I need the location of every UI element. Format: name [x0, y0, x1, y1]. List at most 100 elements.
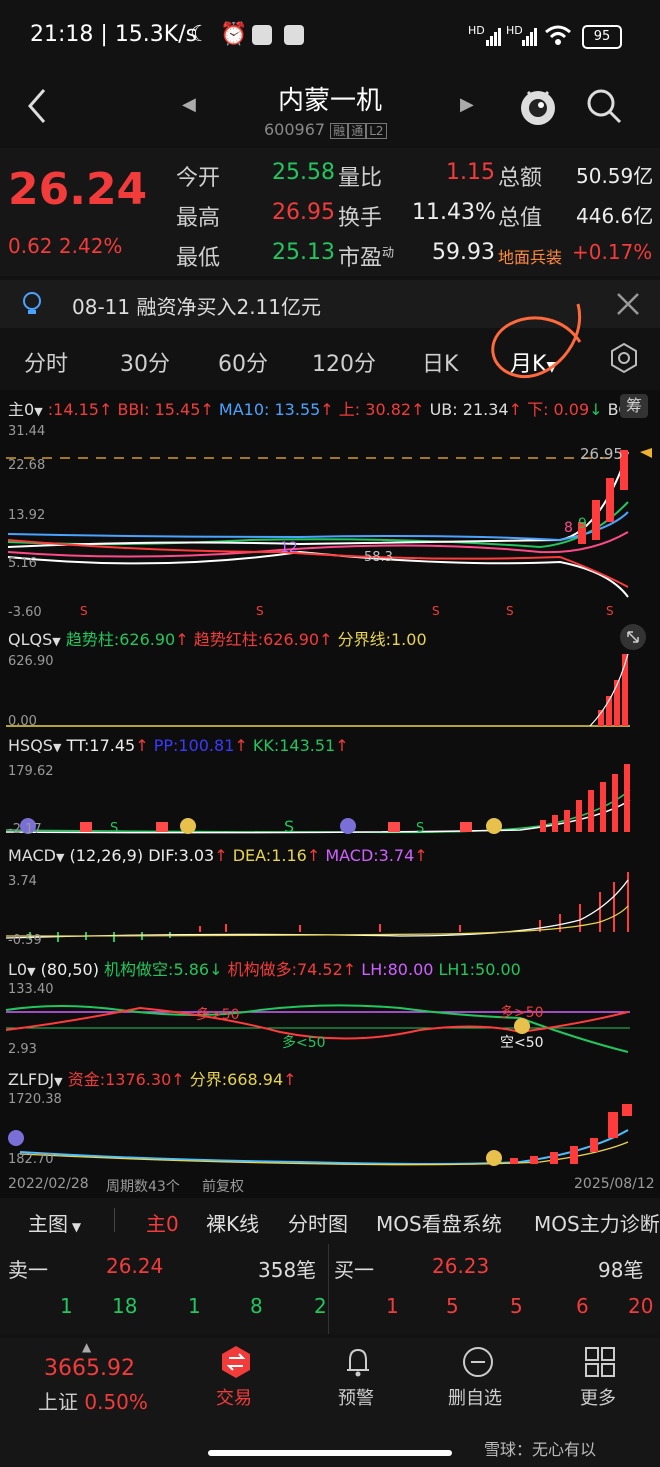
home-indicator[interactable]	[208, 1450, 452, 1456]
low-value: 25.13	[272, 240, 335, 265]
candles-cluster	[7, 450, 629, 598]
watermark: 雪球：无心有以	[484, 1440, 597, 1459]
chart-end-date: 2025/08/12	[574, 1176, 655, 1192]
zlfdj-header: ZLFDJ▼ 资金:1376.30↑ 分界:668.94↑	[8, 1070, 297, 1089]
ask-detail: 8	[250, 1294, 263, 1318]
chevron-down-icon: ▼	[27, 965, 36, 978]
chart-number: 8	[564, 520, 573, 536]
qlqs-header: QLQS▼ 趋势柱:626.90↑ 趋势红柱:626.90↑ 分界线:1.00	[8, 630, 427, 649]
ask1-count: 358笔	[258, 1258, 317, 1282]
tab-120min[interactable]: 120分	[312, 346, 376, 378]
tab-intraday[interactable]: 分时	[24, 346, 68, 378]
sector-name[interactable]: 地面兵装	[498, 244, 562, 268]
bottom-nav: ▲ 3665.92 上证 0.50% 交易 预警 删自选 更多 雪球：无心有以	[0, 1338, 660, 1467]
zlfdj-select[interactable]: ZLFDJ	[8, 1070, 54, 1089]
l0-select[interactable]: L0	[8, 960, 27, 979]
trade-label[interactable]: 交易	[216, 1384, 252, 1410]
bid1-count: 98笔	[598, 1258, 644, 1282]
chart-number: 12	[280, 540, 298, 556]
zlfdj-panel	[8, 1104, 632, 1166]
bid-detail: 5	[446, 1294, 459, 1318]
last-price: 26.24	[8, 164, 148, 215]
annotation-circle	[491, 303, 582, 379]
pe-label: 市盈动	[338, 245, 395, 271]
moneybag-icon	[486, 1150, 502, 1166]
divider	[328, 1244, 329, 1334]
mascot-icon[interactable]	[518, 84, 558, 128]
tool-mos-system[interactable]: MOS看盘系统	[376, 1208, 502, 1237]
main-item: :14.15	[47, 400, 99, 419]
expand-icon[interactable]	[620, 624, 646, 650]
main-axis-tick: 22.68	[8, 458, 46, 473]
sell-mark: S	[606, 604, 614, 618]
tool-main0[interactable]: 主0	[146, 1208, 179, 1237]
more-icon[interactable]	[582, 1344, 618, 1380]
sell-mark: S	[80, 604, 88, 618]
price-marker-icon	[640, 448, 652, 458]
remove-watchlist-icon[interactable]	[460, 1344, 496, 1380]
face-icon	[340, 818, 356, 834]
turnover-rate-label: 换手	[338, 206, 383, 231]
settings-icon[interactable]	[608, 342, 640, 374]
volume-ratio-label: 量比	[338, 166, 383, 191]
sell-mark: S	[432, 604, 440, 618]
remove-watchlist-label[interactable]: 删自选	[448, 1384, 502, 1410]
tab-daily[interactable]: 日K	[422, 346, 458, 378]
candle	[606, 478, 614, 522]
status-speed: 15.3K/s	[114, 22, 198, 47]
period-tabs: 分时 30分 60分 120分 日K 月K▼	[0, 303, 660, 388]
zlfdj-axis-tick: 1720.38	[8, 1092, 62, 1107]
chart-period-count: 周期数43个	[106, 1179, 180, 1195]
next-stock-icon[interactable]: ▶	[460, 94, 474, 115]
chart-adjust-mode[interactable]: 前复权	[202, 1176, 244, 1196]
more-label[interactable]: 更多	[580, 1384, 616, 1410]
index-value[interactable]: 3665.92	[44, 1356, 135, 1381]
bell-icon[interactable]	[340, 1344, 376, 1380]
buy-icon	[156, 822, 168, 832]
close-icon[interactable]	[614, 290, 642, 318]
back-icon[interactable]	[22, 86, 52, 126]
bid-detail: 6	[576, 1294, 589, 1318]
svg-text:S: S	[416, 821, 424, 836]
high-value: 26.95	[272, 200, 335, 225]
face-icon	[8, 1130, 24, 1146]
hsqs-select[interactable]: HSQS	[8, 736, 53, 755]
main-chart-select[interactable]: 主图 ▼	[28, 1208, 81, 1237]
tool-mos-diagnosis[interactable]: MOS主力诊断	[534, 1208, 660, 1237]
search-icon[interactable]	[584, 86, 624, 126]
tool-intraday[interactable]: 分时图	[288, 1208, 348, 1237]
macd-panel	[5, 872, 629, 942]
hsqs-header: HSQS▼ TT:17.45↑ PP:100.81↑ KK:143.51↑	[8, 736, 349, 755]
tool-naked-k[interactable]: 裸K线	[206, 1208, 259, 1237]
pe-value: 59.93	[432, 240, 495, 265]
qlqs-select[interactable]: QLQS	[8, 630, 52, 649]
kline-chart-area[interactable]: 主0▼ :14.15↑ BBI: 15.45↑ MA10: 13.55↑ 上: …	[0, 390, 660, 1198]
bid1-label: 买一	[334, 1258, 374, 1282]
tab-30min[interactable]: 30分	[120, 346, 170, 378]
battery-icon: 95	[582, 25, 622, 49]
index-info[interactable]: 上证 0.50%	[38, 1386, 148, 1415]
sell-mark: S	[506, 604, 514, 618]
status-time: 21:18	[30, 22, 94, 47]
open-label: 今开	[176, 166, 221, 191]
chevron-up-icon[interactable]: ▲	[82, 1340, 91, 1354]
tab-60min[interactable]: 60分	[218, 346, 268, 378]
upper-label: 上: 30.82	[338, 400, 412, 419]
bbi-label: BBI: 15.45	[117, 400, 201, 419]
chip-button[interactable]: 筹	[620, 394, 648, 418]
lower-label: 下: 0.09	[527, 400, 590, 419]
app-notify-icon	[252, 25, 272, 45]
chevron-down-icon: ▼	[52, 635, 61, 648]
trade-icon[interactable]	[218, 1344, 254, 1380]
moon-icon: ☾	[190, 22, 210, 47]
main-indicator-select[interactable]: 主0	[8, 400, 34, 419]
svg-text:S: S	[110, 821, 118, 836]
l0-note: 空<50	[500, 1035, 544, 1051]
chevron-down-icon: ▼	[34, 405, 43, 418]
prev-stock-icon[interactable]: ◀	[182, 94, 196, 115]
bid-detail: 5	[510, 1294, 523, 1318]
l0-axis-tick: 2.93	[8, 1042, 37, 1057]
main-axis-tick: -3.60	[8, 605, 42, 620]
macd-select[interactable]: MACD	[8, 846, 56, 865]
alert-label[interactable]: 预警	[338, 1384, 374, 1410]
